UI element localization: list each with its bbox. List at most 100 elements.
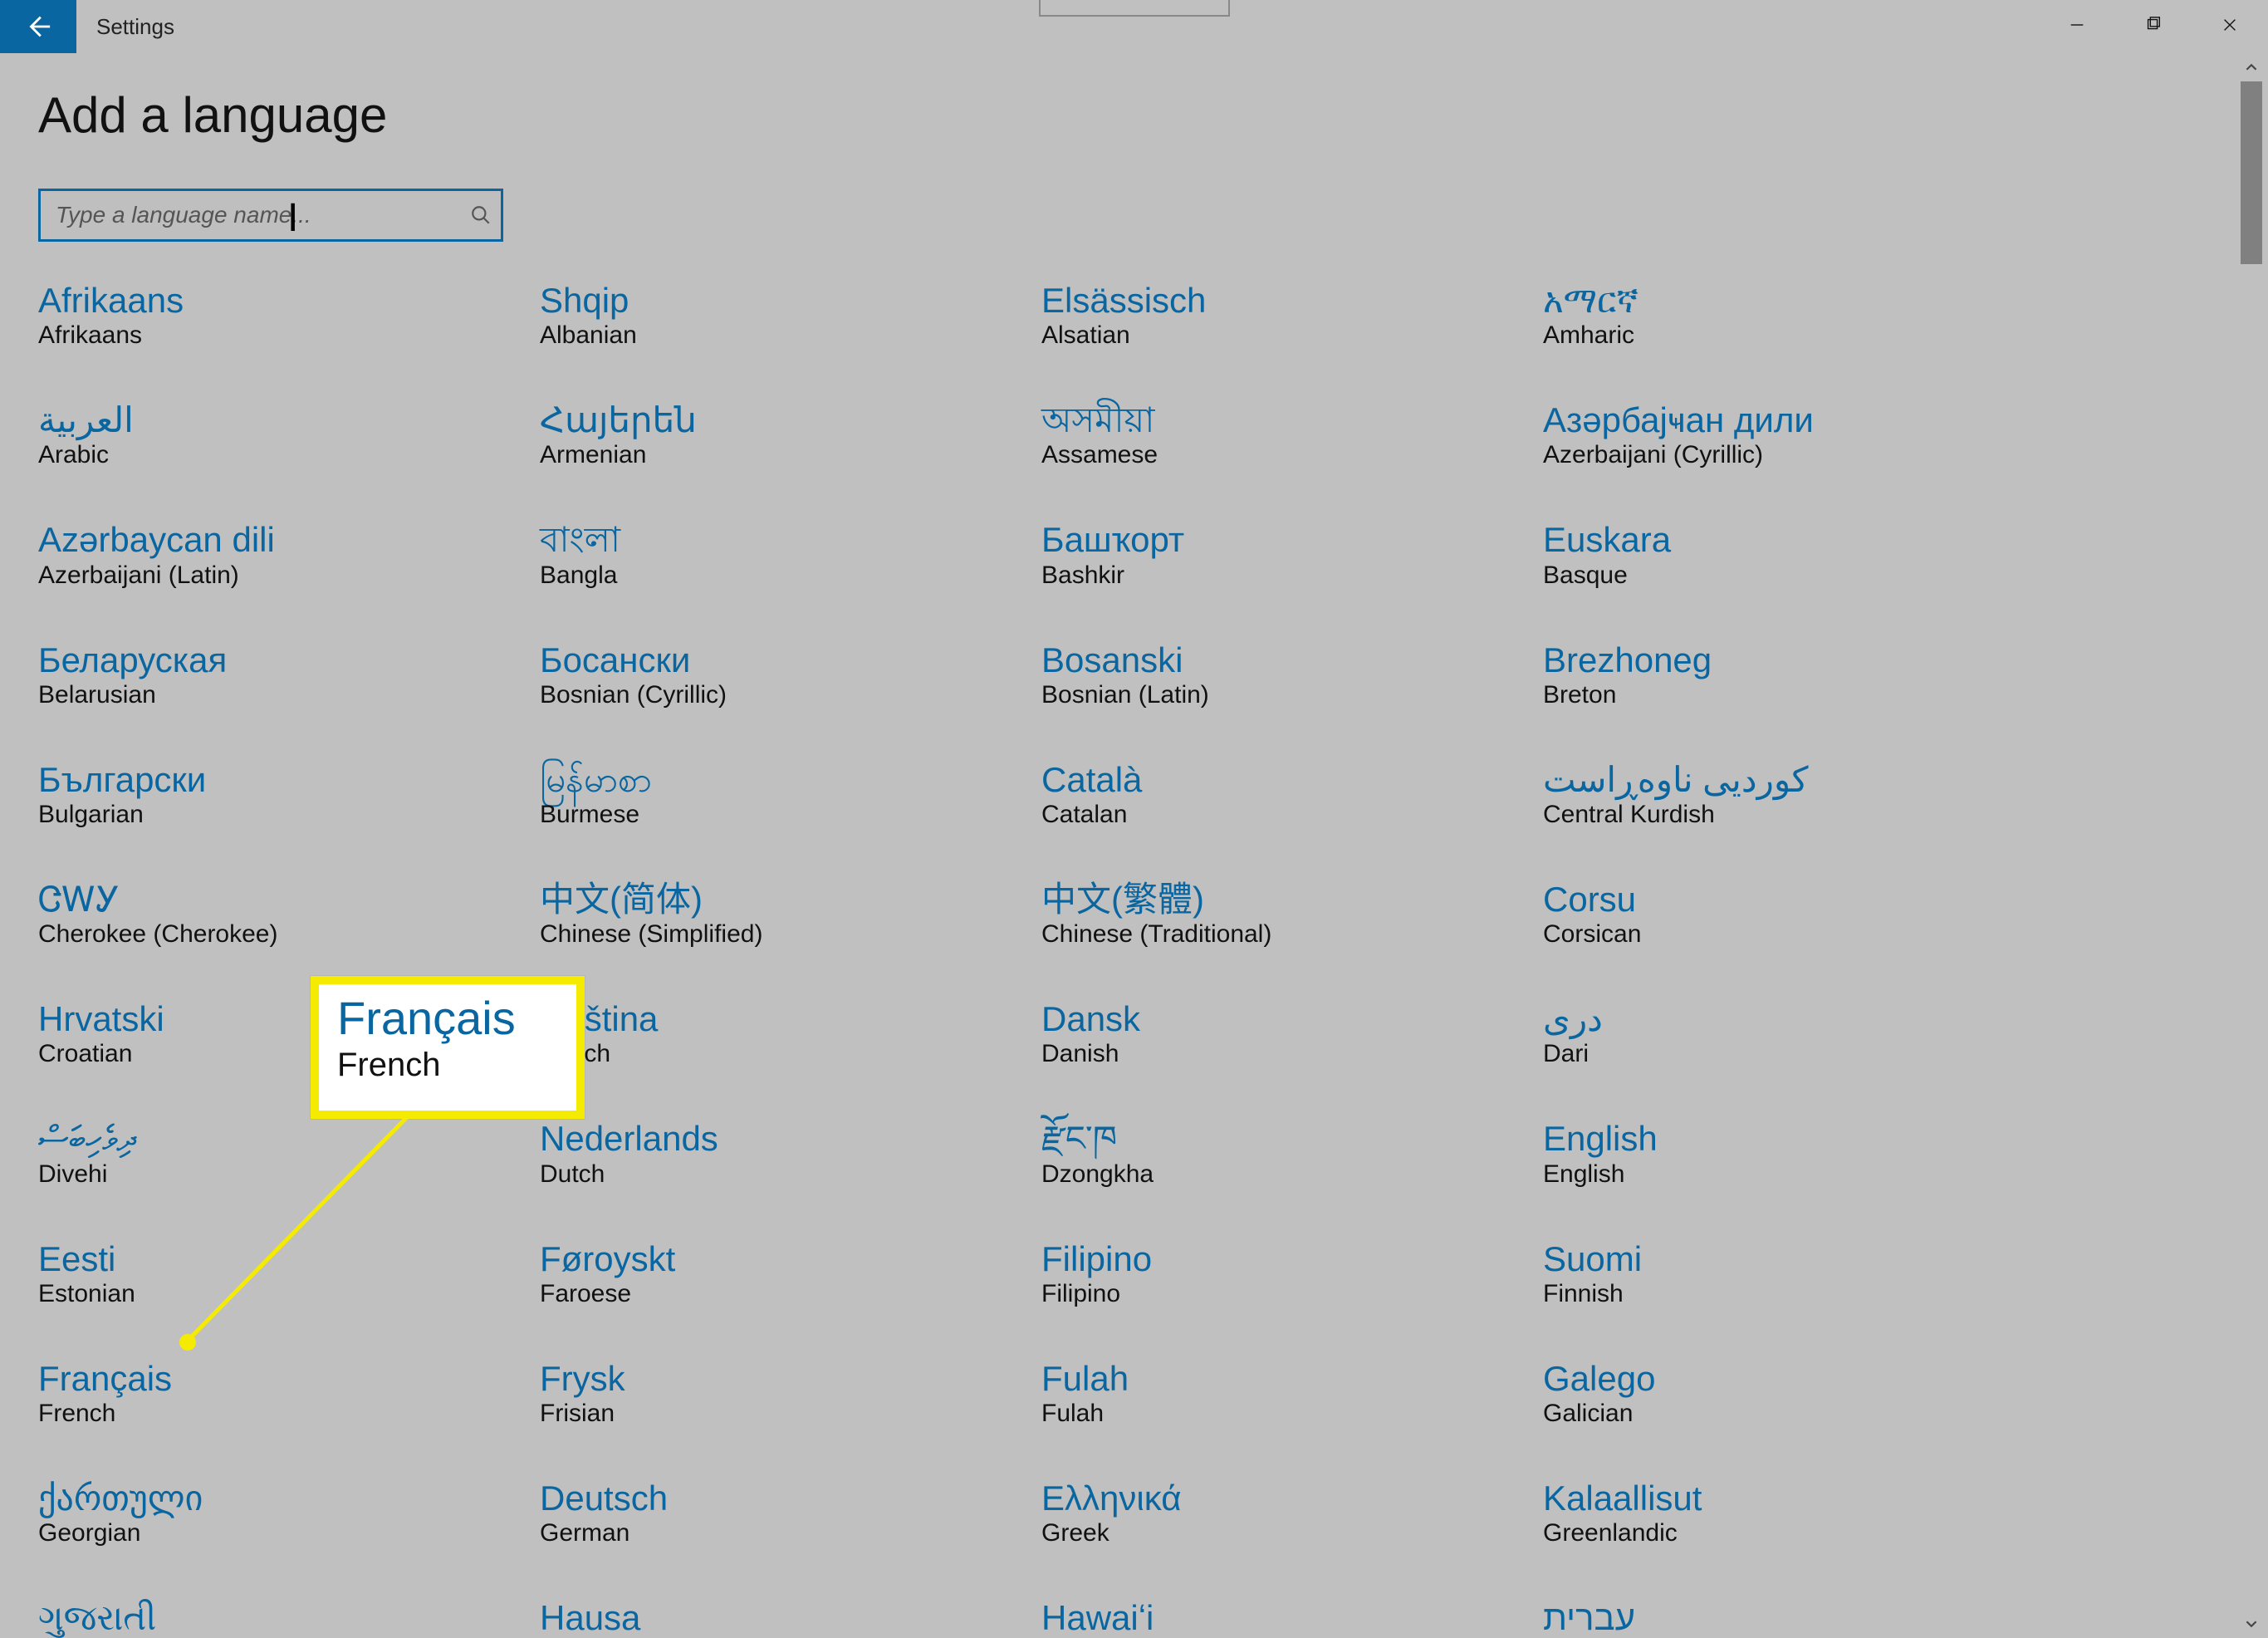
language-item[interactable]: EnglishEnglish [1543,1120,2041,1188]
language-item[interactable]: རྫོང་ཁDzongkha [1041,1120,1540,1188]
language-item[interactable]: FryskFrisian [540,1360,1038,1428]
tab-handle [1039,0,1230,17]
language-english-name: Estonian [38,1280,536,1308]
language-native-name: Elsässisch [1041,282,1540,320]
language-native-name: Frysk [540,1360,1038,1398]
language-native-name: Føroyskt [540,1240,1038,1278]
language-english-name: Azerbaijani (Cyrillic) [1543,441,2041,469]
language-item[interactable]: EuskaraBasque [1543,521,2041,589]
callout-english-name: French [337,1047,558,1084]
language-item[interactable]: ગુજરાતીGujarati [38,1599,536,1638]
language-item[interactable]: অসমীয়াAssamese [1041,401,1540,469]
language-item[interactable]: ČeštinaCzech [540,1000,1038,1068]
language-item[interactable]: CorsuCorsican [1543,880,2041,949]
language-native-name: Bosanski [1041,641,1540,679]
minimize-icon [2068,16,2086,34]
language-item[interactable]: עבריתHebrew [1543,1599,2041,1638]
language-native-name: Azərbaycan dili [38,521,536,559]
language-item[interactable]: NederlandsDutch [540,1120,1038,1188]
chevron-up-icon [2246,61,2257,73]
scroll-up-button[interactable] [2238,53,2265,81]
language-item[interactable]: BrezhonegBreton [1543,641,2041,709]
language-native-name: Afrikaans [38,282,536,320]
language-item[interactable]: SuomiFinnish [1543,1240,2041,1308]
language-native-name: Български [38,761,536,799]
language-item[interactable]: GalegoGalician [1543,1360,2041,1428]
content-area: Add a language I AfrikaansAfrikaansShqip… [0,53,2268,1638]
language-english-name: Azerbaijani (Latin) [38,562,536,590]
language-item[interactable]: HawaiʻiHawaiian [1041,1599,1540,1638]
language-item[interactable]: ދިވެހިބަސްDivehi [38,1120,536,1188]
vertical-scrollbar[interactable] [2238,53,2265,1638]
callout-highlight: Français French [311,976,585,1119]
scroll-down-button[interactable] [2238,1610,2265,1638]
language-item[interactable]: ᏣᎳᎩCherokee (Cherokee) [38,880,536,949]
language-english-name: Danish [1041,1040,1540,1068]
language-item[interactable]: DanskDanish [1041,1000,1540,1068]
language-item[interactable]: AfrikaansAfrikaans [38,282,536,350]
language-english-name: French [38,1400,536,1428]
language-item[interactable]: Azərbaycan dili Azerbaijani (Latin) [38,521,536,589]
maximize-icon [2144,16,2163,34]
language-item[interactable]: БосанскиBosnian (Cyrillic) [540,641,1038,709]
language-item[interactable]: BosanskiBosnian (Latin) [1041,641,1540,709]
language-item[interactable]: မြန်မာစာBurmese [540,761,1038,829]
language-english-name: Chinese (Simplified) [540,920,1038,949]
language-item[interactable]: 中文(繁體)Chinese (Traditional) [1041,880,1540,949]
language-english-name: Arabic [38,441,536,469]
language-item[interactable]: العربيةArabic [38,401,536,469]
language-english-name: Assamese [1041,441,1540,469]
language-item[interactable]: CatalàCatalan [1041,761,1540,829]
language-item[interactable]: БашҡортBashkir [1041,521,1540,589]
language-english-name: Central Kurdish [1543,801,2041,829]
close-button[interactable] [2192,0,2268,50]
language-item[interactable]: ShqipAlbanian [540,282,1038,350]
back-button[interactable] [0,0,76,53]
language-english-name: Armenian [540,441,1038,469]
language-item[interactable]: ქართულიGeorgian [38,1479,536,1547]
language-english-name: Bashkir [1041,562,1540,590]
language-english-name: Greek [1041,1519,1540,1547]
language-native-name: العربية [38,401,536,439]
language-item[interactable]: کوردیی ناوەڕاستCentral Kurdish [1543,761,2041,829]
language-english-name: Bangla [540,562,1038,590]
language-item[interactable]: FulahFulah [1041,1360,1540,1428]
language-english-name: Dzongkha [1041,1160,1540,1189]
language-item[interactable]: ՀայերենArmenian [540,401,1038,469]
language-item[interactable]: 中文(简体)Chinese (Simplified) [540,880,1038,949]
language-english-name: Afrikaans [38,321,536,350]
language-item[interactable]: বাংলাBangla [540,521,1038,589]
callout-target-dot [179,1334,196,1351]
language-item[interactable]: KalaallisutGreenlandic [1543,1479,2041,1547]
language-native-name: 中文(繁體) [1041,880,1540,919]
maximize-button[interactable] [2115,0,2192,50]
language-native-name: አማርኛ [1543,282,2041,320]
language-item[interactable]: DeutschGerman [540,1479,1038,1547]
language-native-name: עברית [1543,1599,2041,1637]
language-item[interactable]: FrançaisFrench [38,1360,536,1428]
language-item[interactable]: БългарскиBulgarian [38,761,536,829]
language-item[interactable]: አማርኛAmharic [1543,282,2041,350]
language-native-name: ગુજરાતી [38,1599,536,1637]
language-english-name: Finnish [1543,1280,2041,1308]
language-english-name: Fulah [1041,1400,1540,1428]
language-item[interactable]: HausaHausa (Latin) [540,1599,1038,1638]
language-item[interactable]: ΕλληνικάGreek [1041,1479,1540,1547]
language-item[interactable]: БеларускаяBelarusian [38,641,536,709]
scrollbar-thumb[interactable] [2241,81,2262,264]
language-native-name: Беларуская [38,641,536,679]
titlebar: Settings [0,0,2268,53]
language-english-name: Dari [1543,1040,2041,1068]
language-item[interactable]: ElsässischAlsatian [1041,282,1540,350]
language-search-input[interactable] [38,189,503,242]
language-native-name: Suomi [1543,1240,2041,1278]
language-item[interactable]: FøroysktFaroese [540,1240,1038,1308]
search-icon [470,204,492,226]
language-english-name: Basque [1543,562,2041,590]
language-item[interactable]: درىDari [1543,1000,2041,1068]
language-item[interactable]: EestiEstonian [38,1240,536,1308]
minimize-button[interactable] [2039,0,2115,50]
language-item[interactable]: FilipinoFilipino [1041,1240,1540,1308]
language-native-name: Čeština [540,1000,1038,1038]
language-item[interactable]: Азәрбајҹан дилиAzerbaijani (Cyrillic) [1543,401,2041,469]
